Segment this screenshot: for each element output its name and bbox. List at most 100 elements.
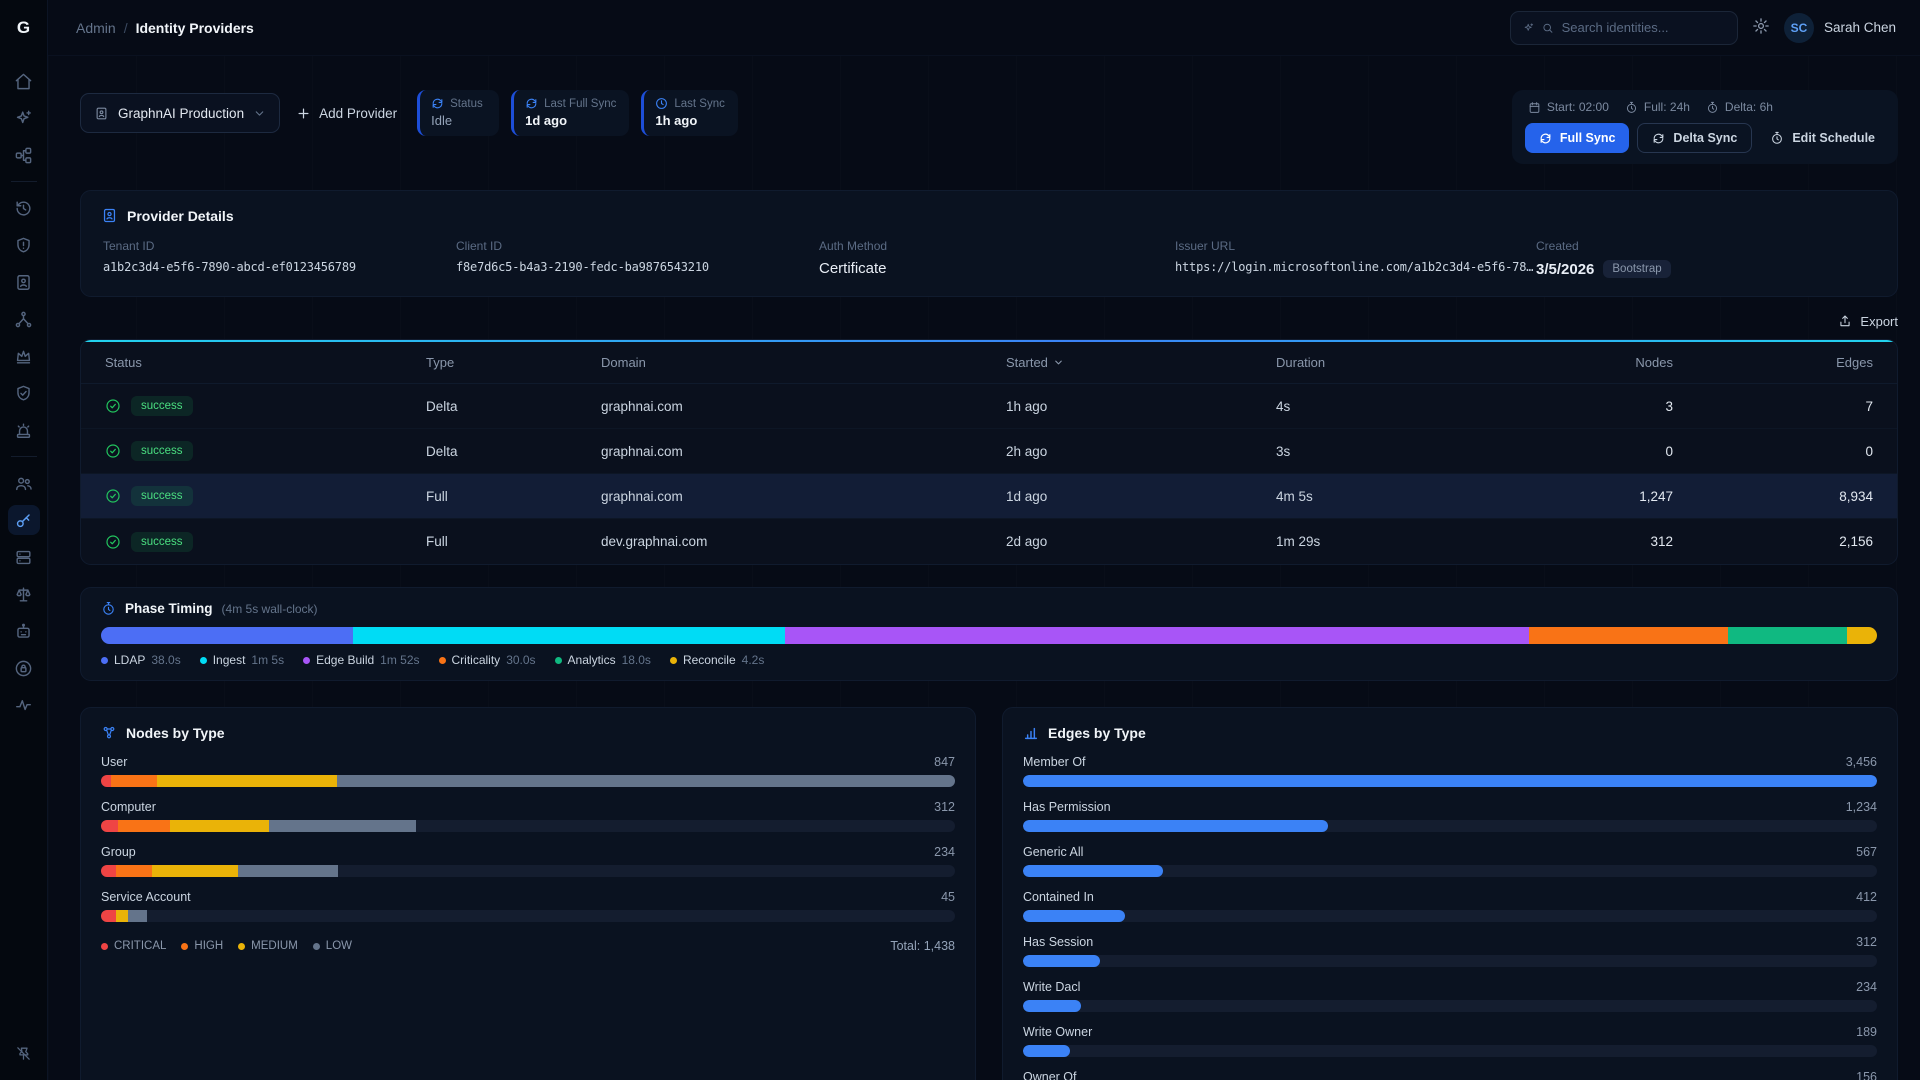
phase-segment-ingest [353,627,785,644]
top-header: Admin / Identity Providers SC Sarah Chen [48,0,1920,56]
chip-label: Last Full Sync [544,98,616,110]
settings-button[interactable] [1752,17,1770,38]
sidebar-item-users[interactable] [8,468,40,498]
edge-row: Contained In412 [1023,890,1877,922]
chip-label: Status [450,98,483,110]
sidebar-item-servers[interactable] [8,542,40,572]
legend-item: Edge Build1m 52s [303,653,419,667]
timer-icon [1706,101,1719,114]
calendar-icon [1528,101,1541,114]
provider-toolbar: GraphnAI Production Add Provider Status [80,90,1898,164]
avatar[interactable]: SC [1784,13,1814,43]
pin-off-icon [15,1045,32,1062]
edit-schedule-button[interactable]: Edit Schedule [1760,123,1885,153]
sidebar-item-home[interactable] [8,66,40,96]
cell-type: Full [426,534,601,549]
sidebar-item-graph[interactable] [8,140,40,170]
cell-started: 1h ago [1006,399,1276,414]
cell-duration: 4s [1276,399,1556,414]
status-badge: success [131,441,193,461]
cell-edges: 7 [1673,399,1873,414]
cell-domain: dev.graphnai.com [601,534,1006,549]
legend-item: Reconcile4.2s [670,653,764,667]
user-menu[interactable]: SC Sarah Chen [1784,13,1896,43]
sidebar-item-compliance[interactable] [8,579,40,609]
toolbar-left: GraphnAI Production Add Provider Status [80,90,738,136]
sidebar-item-risks[interactable] [8,230,40,260]
phase-segment-analytics [1728,627,1847,644]
chevron-down-icon [253,107,266,120]
sidebar-item-privileged-access[interactable] [8,653,40,683]
gear-icon [1752,17,1770,35]
edge-row: Member Of3,456 [1023,755,1877,787]
app-logo: G [0,0,47,56]
phase-timing-subtitle: (4m 5s wall-clock) [222,602,318,616]
legend-low: LOW [313,940,352,952]
search-input[interactable] [1562,20,1725,35]
chip-value: 1d ago [525,113,616,128]
col-started-sort[interactable]: Started [1006,355,1276,370]
servers-icon [14,548,33,567]
phase-segment-reconcile [1847,627,1877,644]
sidebar-collapse-pin[interactable] [8,1038,40,1068]
schedule-start: Start: 02:00 [1528,100,1609,114]
sidebar-item-activity[interactable] [8,690,40,720]
sidebar-item-tier-zero[interactable] [8,341,40,371]
sidebar-item-hierarchy[interactable] [8,304,40,334]
breadcrumb-section[interactable]: Admin [76,20,116,36]
table-row[interactable]: success Full dev.graphnai.com 2d ago 1m … [81,519,1897,564]
table-header-row: Status Type Domain Started Duration Node… [81,342,1897,384]
edge-row: Write Dacl234 [1023,980,1877,1012]
sidebar-item-identity-providers[interactable] [8,505,40,535]
search-box[interactable] [1510,11,1738,45]
table-row[interactable]: success Delta graphnai.com 2h ago 3s 0 0 [81,429,1897,474]
cell-started: 2h ago [1006,444,1276,459]
sidebar-item-identities[interactable] [8,267,40,297]
legend-item: Ingest1m 5s [200,653,284,667]
last-sync-chip: Last Sync 1h ago [641,90,738,136]
phase-segment-edge-build [785,627,1529,644]
edge-row: Has Session312 [1023,935,1877,967]
edge-row: Has Permission1,234 [1023,800,1877,832]
cell-duration: 3s [1276,444,1556,459]
field-client-id: Client ID f8e7d6c5-b4a3-2190-fedc-ba9876… [456,239,819,278]
sidebar-item-posture[interactable] [8,378,40,408]
phase-timing-title: Phase Timing [125,601,213,616]
node-row-computer: Computer312 [101,800,955,832]
sidebar-item-automation[interactable] [8,616,40,646]
col-nodes: Nodes [1556,355,1673,370]
cell-domain: graphnai.com [601,489,1006,504]
full-sync-button[interactable]: Full Sync [1525,123,1630,153]
cell-edges: 2,156 [1673,534,1873,549]
col-status: Status [105,355,426,370]
org-chart-icon [14,146,33,165]
delta-sync-button[interactable]: Delta Sync [1637,123,1752,153]
add-provider-button[interactable]: Add Provider [296,93,397,133]
check-circle-icon [105,534,121,550]
sidebar-item-history[interactable] [8,193,40,223]
nodes-graph-icon [101,725,117,741]
cell-started: 2d ago [1006,534,1276,549]
nodes-total: Total: 1,438 [890,939,955,953]
sidebar-item-alerts[interactable] [8,415,40,445]
nodes-by-type-card: Nodes by Type User847 Computer312 Group2… [80,707,976,1080]
legend-medium: MEDIUM [238,940,298,952]
col-duration: Duration [1276,355,1556,370]
cell-edges: 8,934 [1673,489,1873,504]
schedule-delta: Delta: 6h [1706,100,1773,114]
table-row-selected[interactable]: success Full graphnai.com 1d ago 4m 5s 1… [81,474,1897,519]
nodes-by-type-title: Nodes by Type [126,725,225,741]
cell-duration: 1m 29s [1276,534,1556,549]
field-auth-method: Auth Method Certificate [819,239,1175,278]
legend-critical: CRITICAL [101,940,166,952]
table-actions: Export [80,303,1898,339]
edges-by-type-card: Edges by Type Member Of3,456 Has Permiss… [1002,707,1898,1080]
sparkle-icon [1523,21,1534,35]
provider-select[interactable]: GraphnAI Production [80,93,280,133]
shield-check-icon [14,384,33,403]
sidebar-item-ai[interactable] [8,103,40,133]
main-column: Admin / Identity Providers SC Sarah Chen [48,0,1920,1080]
table-row[interactable]: success Delta graphnai.com 1h ago 4s 3 7 [81,384,1897,429]
cell-domain: graphnai.com [601,399,1006,414]
export-button[interactable]: Export [1838,306,1898,336]
